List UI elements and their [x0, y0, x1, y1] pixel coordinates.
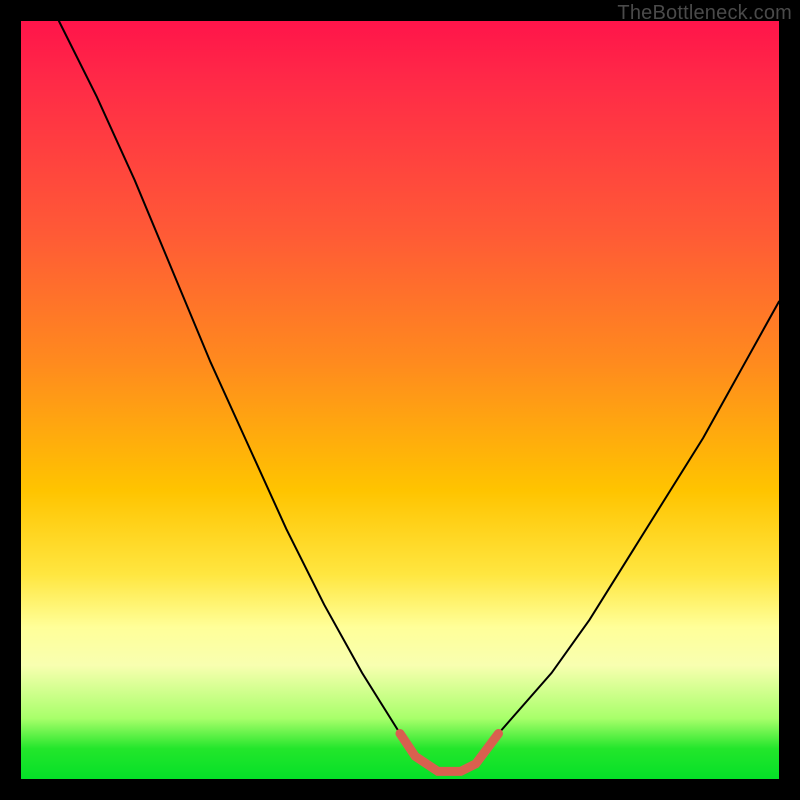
bottleneck-highlight — [400, 734, 499, 772]
bottleneck-curve — [59, 21, 779, 771]
watermark-text: TheBottleneck.com — [617, 2, 792, 25]
chart-svg — [21, 21, 779, 779]
plot-area — [21, 21, 779, 779]
chart-frame: TheBottleneck.com — [0, 0, 800, 800]
